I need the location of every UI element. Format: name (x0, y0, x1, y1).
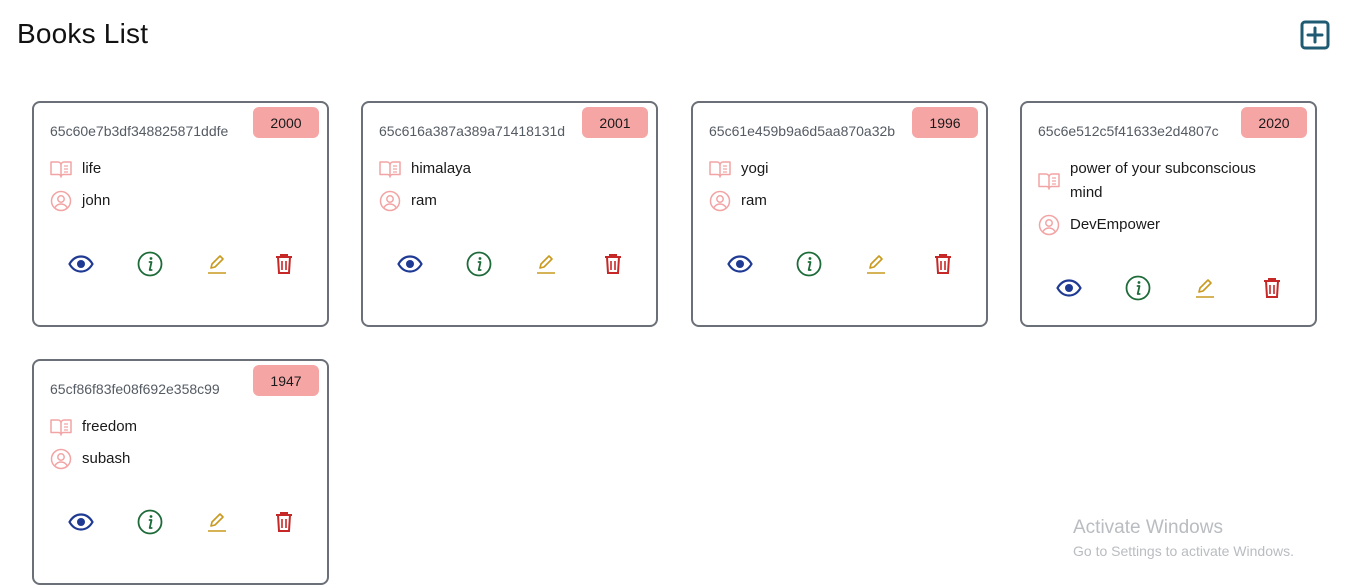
edit-button[interactable] (1190, 273, 1220, 303)
book-title-row: life (50, 157, 101, 181)
book-icon (379, 158, 401, 180)
book-title-row: power of your subconscious mind (1038, 157, 1285, 205)
view-button[interactable] (66, 507, 96, 537)
book-author-row: ram (709, 189, 767, 213)
view-button[interactable] (725, 249, 755, 279)
trash-icon (1264, 278, 1280, 298)
edit-button[interactable] (202, 507, 232, 537)
book-title-row: freedom (50, 415, 137, 439)
book-icon (709, 158, 731, 180)
book-card: 65c6e512c5f41633e2d4807c 2020 power of y… (1020, 101, 1317, 327)
book-title: yogi (741, 160, 769, 177)
edit-button[interactable] (531, 249, 561, 279)
eye-icon (727, 255, 753, 273)
book-author-row: subash (50, 447, 130, 471)
watermark-subtitle: Go to Settings to activate Windows. (1073, 543, 1294, 559)
year-badge: 1996 (912, 107, 978, 138)
trash-icon (276, 254, 292, 274)
book-id: 65c61e459b9a6d5aa870a32b (709, 123, 896, 139)
book-author: subash (82, 450, 131, 467)
info-button[interactable] (794, 249, 824, 279)
book-id: 65c616a387a389a71418131d (379, 123, 566, 139)
pencil-icon (208, 513, 226, 532)
eye-icon (68, 513, 94, 531)
delete-button[interactable] (598, 249, 628, 279)
user-circle-icon (50, 448, 72, 470)
book-card: 65cf86f83fe08f692e358c99 1947 freedom su… (32, 359, 329, 585)
add-book-button[interactable] (1300, 20, 1330, 50)
eye-icon (1056, 279, 1082, 297)
book-card: 65c61e459b9a6d5aa870a32b 1996 yogi ram (691, 101, 988, 327)
book-icon (50, 158, 72, 180)
book-id: 65c60e7b3df348825871ddfe (50, 123, 229, 139)
book-title: life (82, 160, 102, 177)
info-button[interactable] (135, 249, 165, 279)
view-button[interactable] (1054, 273, 1084, 303)
delete-button[interactable] (1257, 273, 1287, 303)
user-circle-icon (1038, 214, 1060, 236)
book-card: 65c60e7b3df348825871ddfe 2000 life john (32, 101, 329, 327)
book-title-row: himalaya (379, 157, 471, 181)
info-button[interactable] (135, 507, 165, 537)
watermark-title: Activate Windows (1073, 517, 1223, 538)
trash-icon (276, 512, 292, 532)
edit-button[interactable] (861, 249, 891, 279)
book-author-row: DevEmpower (1038, 213, 1160, 237)
delete-button[interactable] (928, 249, 958, 279)
pencil-icon (867, 255, 885, 274)
book-title: freedom (82, 418, 138, 435)
page-title: Books List (17, 18, 149, 49)
eye-icon (397, 255, 423, 273)
activate-windows-watermark: Activate Windows Go to Settings to activ… (1073, 517, 1294, 561)
year-badge: 2020 (1241, 107, 1307, 138)
year-badge: 1947 (253, 365, 319, 396)
user-circle-icon (379, 190, 401, 212)
book-title: himalaya (411, 160, 472, 177)
year-badge: 2001 (582, 107, 648, 138)
book-author-row: ram (379, 189, 437, 213)
user-circle-icon (709, 190, 731, 212)
delete-button[interactable] (269, 249, 299, 279)
book-title: power of your subconscious mind (1070, 160, 1256, 201)
eye-icon (68, 255, 94, 273)
info-icon (137, 251, 163, 277)
view-button[interactable] (395, 249, 425, 279)
book-card: 65c616a387a389a71418131d 2001 himalaya r… (361, 101, 658, 327)
user-circle-icon (50, 190, 72, 212)
pencil-icon (537, 255, 555, 274)
book-author: ram (411, 192, 437, 209)
info-button[interactable] (1123, 273, 1153, 303)
book-author: ram (741, 192, 767, 209)
book-id: 65c6e512c5f41633e2d4807c (1038, 123, 1219, 139)
info-icon (466, 251, 492, 277)
book-author: john (82, 192, 111, 209)
info-icon (796, 251, 822, 277)
plus-square-icon (1300, 20, 1330, 50)
trash-icon (605, 254, 621, 274)
book-id: 65cf86f83fe08f692e358c99 (50, 381, 220, 397)
delete-button[interactable] (269, 507, 299, 537)
book-icon (50, 416, 72, 438)
info-button[interactable] (464, 249, 494, 279)
edit-button[interactable] (202, 249, 232, 279)
year-badge: 2000 (253, 107, 319, 138)
pencil-icon (1196, 279, 1214, 298)
book-title-row: yogi (709, 157, 769, 181)
pencil-icon (208, 255, 226, 274)
info-icon (137, 509, 163, 535)
book-icon (1038, 170, 1060, 192)
view-button[interactable] (66, 249, 96, 279)
trash-icon (935, 254, 951, 274)
book-author: DevEmpower (1070, 216, 1161, 233)
book-author-row: john (50, 189, 110, 213)
info-icon (1125, 275, 1151, 301)
